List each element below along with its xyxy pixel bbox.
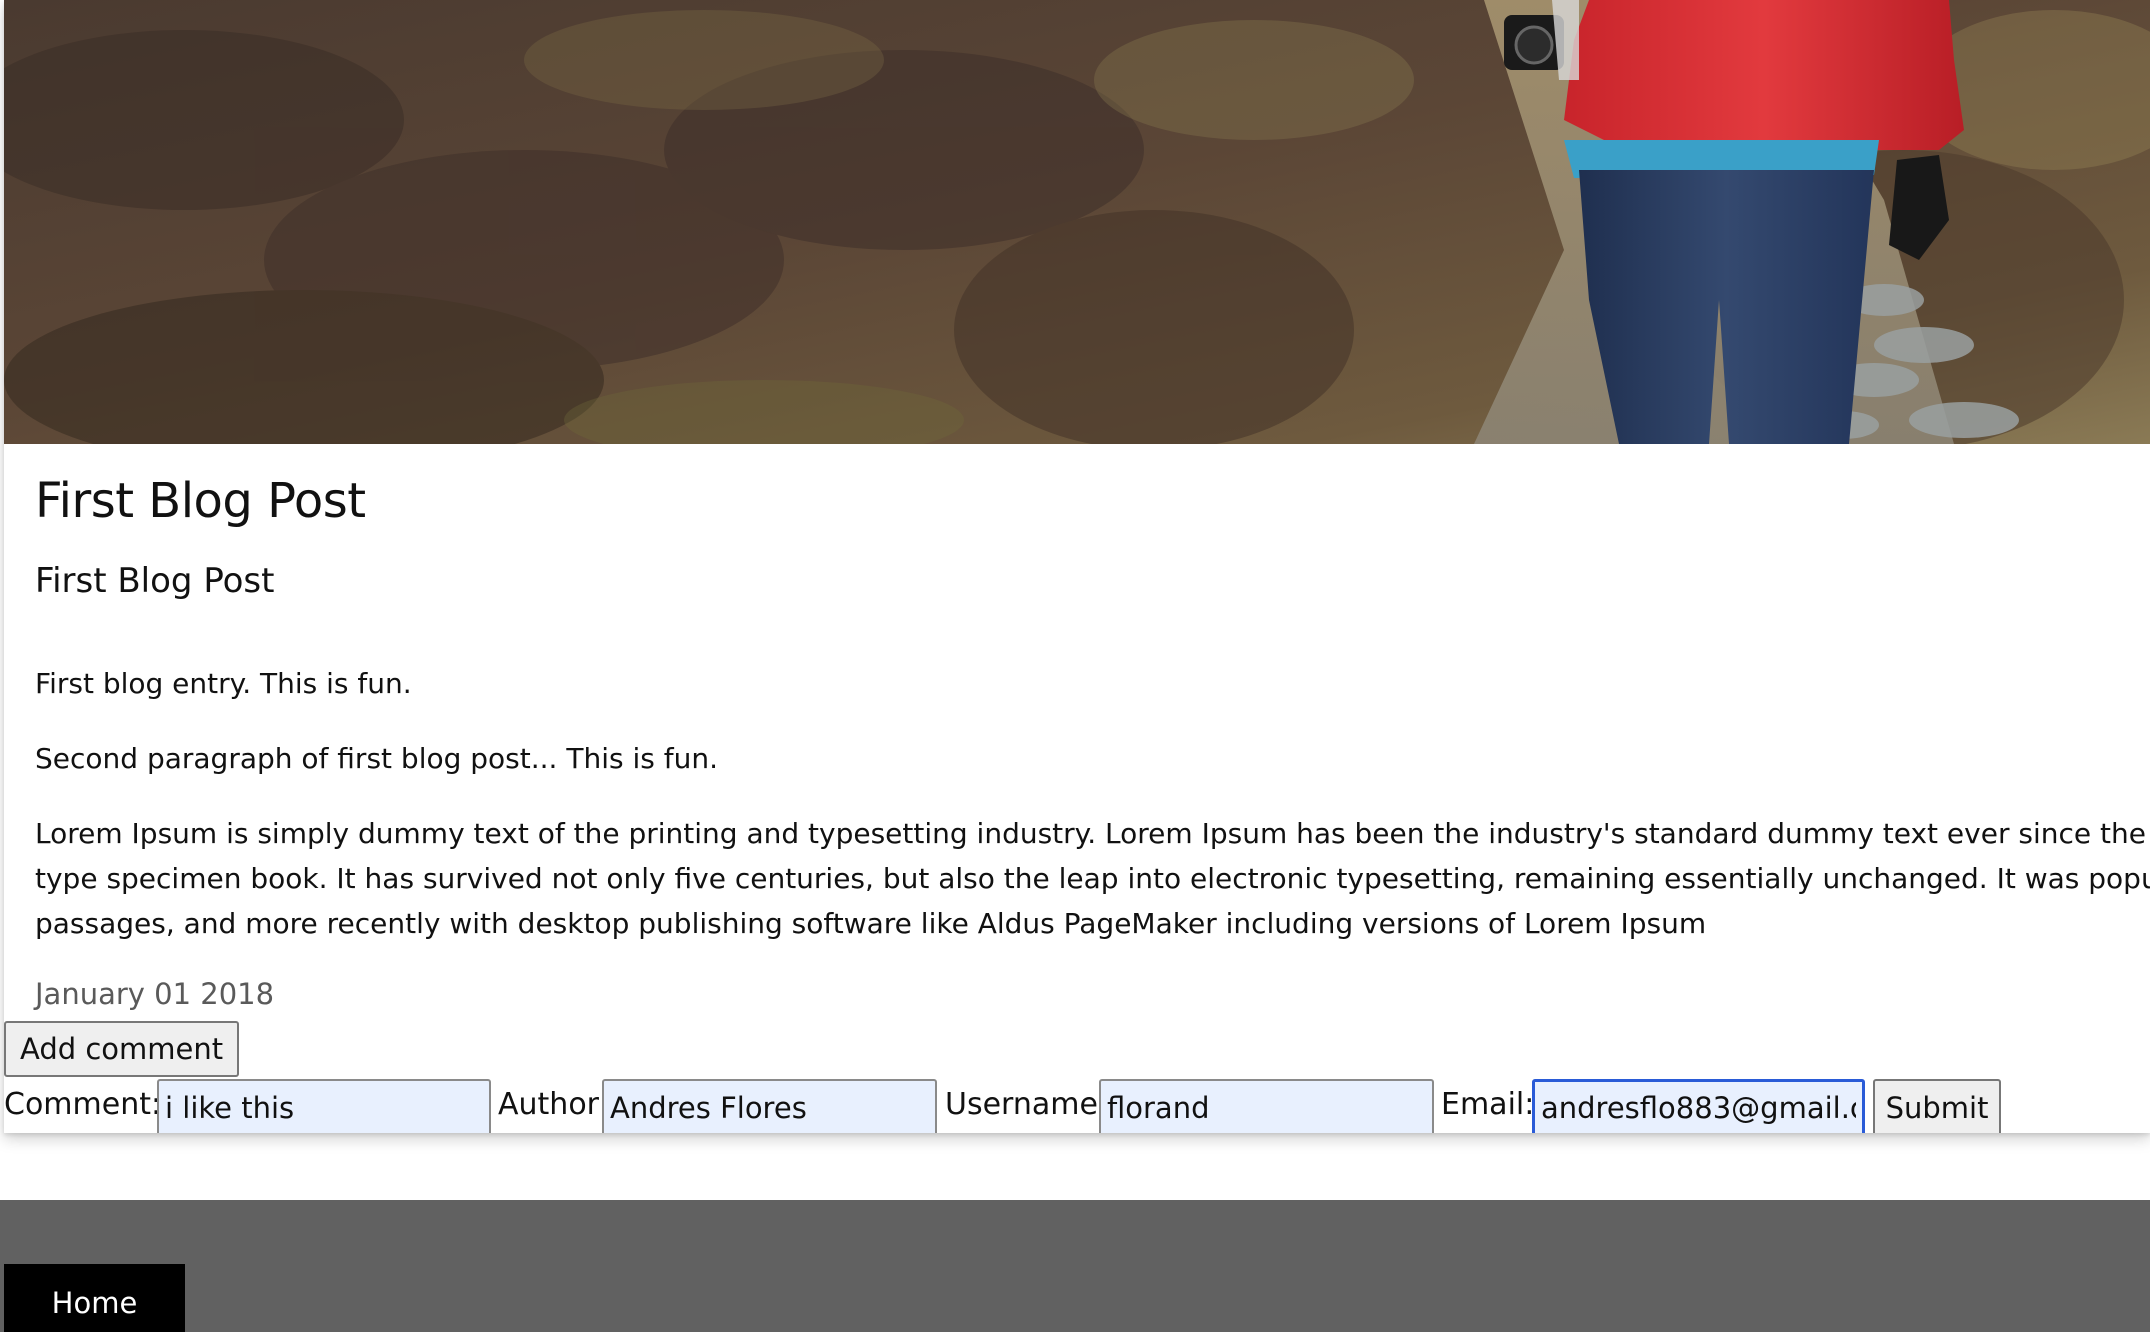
blog-post-page: First Blog Post First Blog Post First bl… [0,0,2150,1332]
post-date: January 01 2018 [35,977,275,1011]
post-paragraph: First blog entry. This is fun. [35,667,412,700]
footer-nav-bar: Home [0,1200,2150,1332]
post-paragraph: Second paragraph of first blog post... T… [35,742,718,775]
comment-label: Comment: [4,1087,162,1122]
post-subtitle: First Blog Post [35,561,275,601]
submit-button[interactable]: Submit [1873,1079,2001,1133]
nav-home-link[interactable]: Home [4,1264,185,1332]
email-input[interactable] [1532,1079,1865,1133]
username-input[interactable] [1099,1079,1434,1133]
post-title: First Blog Post [35,473,366,529]
add-comment-button[interactable]: Add comment [4,1021,240,1077]
email-label: Email: [1441,1087,1535,1122]
blog-post-card: First Blog Post First Blog Post First bl… [4,0,2150,1133]
author-input[interactable] [602,1079,937,1133]
lorem-line: Lorem Ipsum is simply dummy text of the … [35,817,2150,850]
hero-image [4,0,2150,444]
post-paragraph-lorem: Lorem Ipsum is simply dummy text of the … [35,811,2150,946]
lorem-line: passages, and more recently with desktop… [35,907,1707,940]
username-label: Username: [945,1087,1109,1122]
comment-input[interactable] [157,1079,491,1133]
author-label: Author: [498,1087,609,1122]
lorem-line: type specimen book. It has survived not … [35,862,2150,895]
comment-form: Comment: Author: Username: Email: Submit [4,1079,2150,1133]
